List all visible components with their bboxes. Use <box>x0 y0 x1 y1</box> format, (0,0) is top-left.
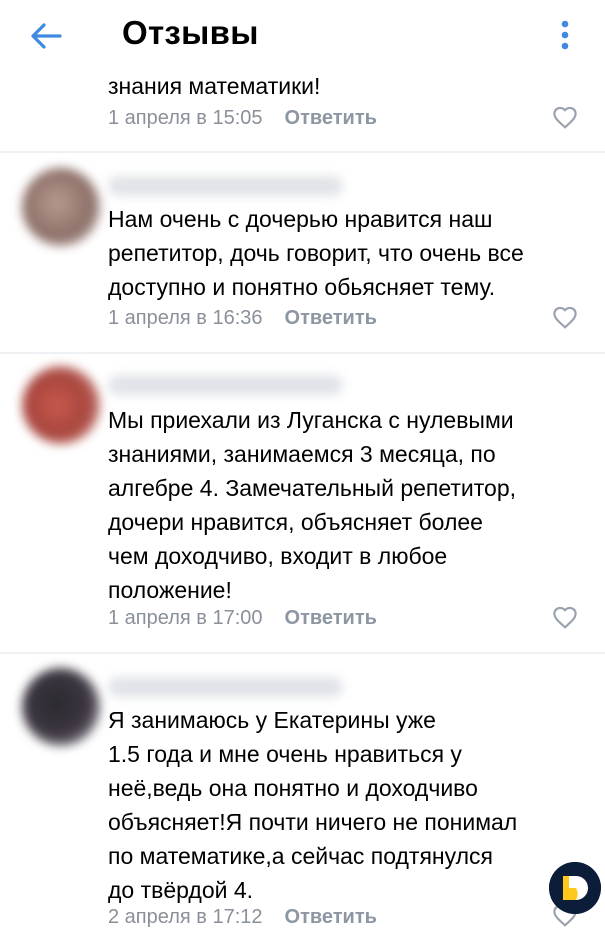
comment-text: Я занимаюсь у Екатерины уже 1.5 года и м… <box>108 707 518 903</box>
reply-button[interactable]: Ответить <box>285 906 377 929</box>
divider <box>0 151 605 153</box>
comment-date: 1 апреля в 17:00 <box>108 606 263 629</box>
reply-button[interactable]: Ответить <box>285 607 377 630</box>
comments-feed: знания математики! 1 апреля в 15:05 Отве… <box>0 0 605 928</box>
comment-date: 1 апреля в 16:36 <box>108 306 263 329</box>
divider <box>0 352 605 354</box>
like-button[interactable] <box>550 302 580 332</box>
avatar[interactable] <box>22 168 100 246</box>
heart-outline-icon <box>553 106 577 129</box>
comment-meta: 2 апреля в 17:12 Ответить <box>108 902 377 932</box>
reply-button[interactable]: Ответить <box>285 107 377 130</box>
comment-date: 2 апреля в 17:12 <box>108 905 263 928</box>
comment-date: 1 апреля в 15:05 <box>108 106 263 129</box>
comment-author-blurred[interactable] <box>108 375 343 395</box>
comment-text: Мы приехали из Луганска с нулевыми знани… <box>108 407 517 603</box>
divider <box>0 652 605 654</box>
back-button[interactable] <box>24 16 68 56</box>
like-button[interactable] <box>550 102 580 132</box>
app-logo-icon <box>549 862 601 914</box>
heart-outline-icon <box>553 306 577 329</box>
more-vertical-icon <box>561 20 569 50</box>
comment-meta: 1 апреля в 17:00 Ответить <box>108 603 377 633</box>
comment-meta: 1 апреля в 16:36 Ответить <box>108 303 377 333</box>
avatar[interactable] <box>22 668 100 746</box>
page-title: Отзывы <box>122 14 259 51</box>
top-bar: Отзывы <box>0 0 605 70</box>
reply-button[interactable]: Ответить <box>285 307 377 330</box>
comment-text: знания математики! <box>108 73 321 99</box>
comment-author-blurred[interactable] <box>108 176 343 196</box>
comment-meta: 1 апреля в 15:05 Ответить <box>108 103 377 133</box>
comment-author-blurred[interactable] <box>108 677 343 697</box>
comment-text: Нам очень с дочерью нравится наш репетит… <box>108 206 524 300</box>
arrow-left-icon <box>31 23 62 49</box>
like-button[interactable] <box>550 602 580 632</box>
avatar[interactable] <box>22 366 100 444</box>
more-options-button[interactable] <box>548 14 582 56</box>
heart-outline-icon <box>553 606 577 629</box>
